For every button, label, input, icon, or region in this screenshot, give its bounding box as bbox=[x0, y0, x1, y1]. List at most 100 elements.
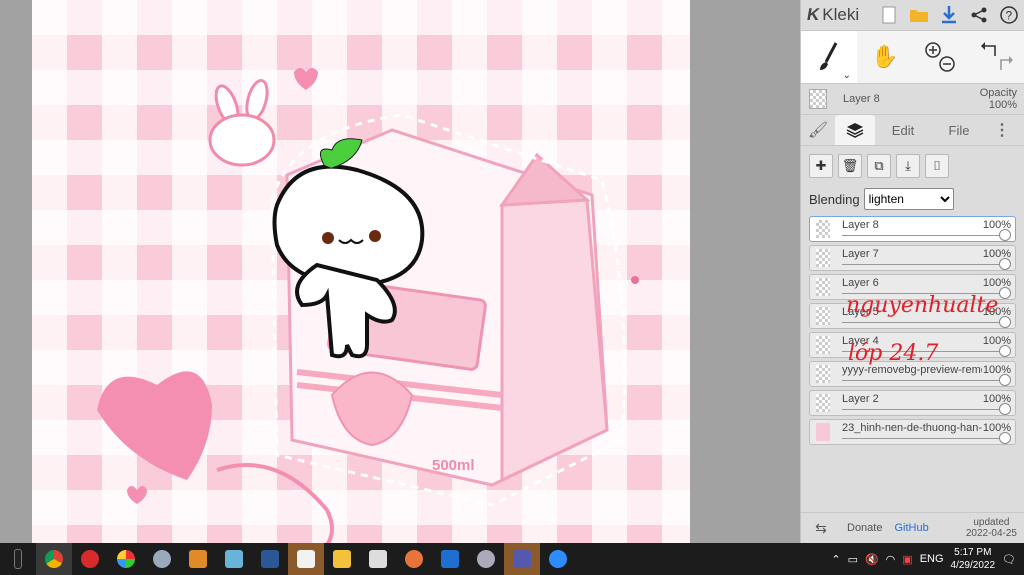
layer-opacity-handle[interactable] bbox=[999, 287, 1011, 299]
swap-sides-icon[interactable]: ⇆ bbox=[801, 520, 841, 537]
brush-tool-button[interactable]: ⌄ bbox=[801, 31, 857, 83]
taskbar-document-icon[interactable] bbox=[360, 543, 396, 575]
undo-icon[interactable] bbox=[981, 42, 996, 56]
taskbar-mail-icon[interactable] bbox=[432, 543, 468, 575]
layer-opacity-handle[interactable] bbox=[999, 258, 1011, 270]
layer-opacity-handle[interactable] bbox=[999, 345, 1011, 357]
layer-opacity-slider[interactable] bbox=[842, 409, 1005, 410]
tab-layers[interactable] bbox=[835, 115, 875, 145]
system-tray: ⌃ ▭ 🔇 ◠ ▣ ENG 5:17 PM 4/29/2022 🗨 bbox=[831, 546, 1024, 572]
redo-icon[interactable] bbox=[1000, 56, 1013, 70]
volume-muted-icon[interactable]: 🔇 bbox=[865, 553, 879, 566]
brush-caret-icon[interactable]: ⌄ bbox=[843, 70, 851, 81]
taskbar-teams-icon[interactable] bbox=[504, 543, 540, 575]
duplicate-layer-button[interactable]: ⧉ bbox=[867, 154, 891, 178]
clock-time: 5:17 PM bbox=[954, 547, 992, 558]
taskbar-colorful-app-icon[interactable] bbox=[108, 543, 144, 575]
download-icon[interactable] bbox=[939, 5, 959, 25]
taskbar-file-explorer-icon[interactable] bbox=[324, 543, 360, 575]
taskbar-calculator-icon[interactable] bbox=[180, 543, 216, 575]
right-panel: K Kleki ? ⌄ ✋ Layer 8 Opacity 100% 🖌 Edi… bbox=[800, 0, 1024, 543]
taskbar-photo-icon[interactable] bbox=[396, 543, 432, 575]
layer-opacity-handle[interactable] bbox=[999, 432, 1011, 444]
wifi-icon[interactable]: ◠ bbox=[886, 553, 896, 566]
app-name: Kleki bbox=[822, 5, 860, 24]
share-icon[interactable] bbox=[969, 5, 989, 25]
taskbar-notepad-icon[interactable] bbox=[216, 543, 252, 575]
tab-file[interactable]: File bbox=[931, 115, 987, 145]
help-icon[interactable]: ? bbox=[999, 5, 1019, 25]
show-hidden-start-icon[interactable] bbox=[0, 543, 36, 575]
layer-opacity-slider[interactable] bbox=[842, 264, 1005, 265]
updated-label: updated bbox=[973, 517, 1010, 528]
more-options-icon[interactable]: ⋮ bbox=[987, 115, 1017, 145]
tray-app-icon[interactable]: ▣ bbox=[902, 553, 912, 566]
taskbar-paint-icon[interactable] bbox=[144, 543, 180, 575]
layer-opacity-slider[interactable] bbox=[842, 438, 1005, 439]
donate-link[interactable]: Donate bbox=[841, 522, 888, 534]
hand-tool-button[interactable]: ✋ bbox=[857, 31, 913, 83]
layer-row[interactable]: Layer 8 100% bbox=[809, 216, 1016, 242]
opacity-label: Opacity bbox=[979, 87, 1017, 99]
github-link[interactable]: GitHub bbox=[888, 522, 934, 534]
canvas-artwork: 500ml bbox=[97, 68, 639, 543]
layer-thumbnail bbox=[816, 394, 830, 412]
layer-opacity-slider[interactable] bbox=[842, 235, 1005, 236]
layer-row[interactable]: Layer 5 100% bbox=[809, 303, 1016, 329]
layer-row[interactable]: Layer 2 100% bbox=[809, 390, 1016, 416]
zoom-in-icon[interactable] bbox=[925, 42, 941, 58]
notification-icon[interactable]: 🗨 bbox=[1002, 553, 1016, 566]
blending-select[interactable]: lighten bbox=[863, 188, 954, 210]
plus-icon: ✚ bbox=[815, 158, 827, 173]
new-file-icon[interactable] bbox=[879, 5, 899, 25]
blending-row: Blending lighten bbox=[801, 186, 1024, 212]
taskbar-snipping-icon[interactable] bbox=[468, 543, 504, 575]
layer-row[interactable]: yyyy-removebg-preview-remo 100% bbox=[809, 361, 1016, 387]
battery-icon[interactable]: ▭ bbox=[848, 553, 858, 566]
tool-row: ⌄ ✋ bbox=[801, 30, 1024, 84]
layer-row[interactable]: 23_hinh-nen-de-thuong-han-c 100% bbox=[809, 419, 1016, 445]
tab-edit[interactable]: Edit bbox=[875, 115, 931, 145]
canvas-workspace[interactable]: 500ml bbox=[0, 0, 800, 543]
taskbar-zoom-icon[interactable] bbox=[540, 543, 576, 575]
taskbar-word-icon[interactable] bbox=[252, 543, 288, 575]
drawing-canvas[interactable]: 500ml bbox=[32, 0, 690, 543]
open-folder-icon[interactable] bbox=[909, 5, 929, 25]
layer-opacity-handle[interactable] bbox=[999, 374, 1011, 386]
taskbar-clock[interactable]: 5:17 PM 4/29/2022 bbox=[951, 546, 996, 572]
tray-chevron-up-icon[interactable]: ⌃ bbox=[831, 553, 840, 566]
layer-opacity-slider[interactable] bbox=[842, 380, 1005, 381]
layer-opacity-handle[interactable] bbox=[999, 403, 1011, 415]
layer-row[interactable]: Layer 4 100% bbox=[809, 332, 1016, 358]
taskbar-chrome-icon[interactable] bbox=[36, 543, 72, 575]
tab-brush[interactable]: 🖌 bbox=[801, 115, 835, 145]
zoom-out-icon[interactable] bbox=[939, 56, 955, 72]
layer-opacity-slider[interactable] bbox=[842, 322, 1005, 323]
taskbar-app-red-icon[interactable] bbox=[72, 543, 108, 575]
layer-name: Layer 5 bbox=[842, 306, 879, 318]
current-layer-info: Layer 8 Opacity 100% bbox=[801, 84, 1024, 115]
hand-icon: ✋ bbox=[871, 44, 899, 69]
layers-icon bbox=[846, 123, 864, 138]
layer-row[interactable]: Layer 6 100% bbox=[809, 274, 1016, 300]
layer-opacity-slider[interactable] bbox=[842, 351, 1005, 352]
clock-date: 4/29/2022 bbox=[950, 560, 996, 571]
svg-text:?: ? bbox=[1006, 9, 1013, 23]
layer-thumbnail bbox=[816, 365, 830, 383]
layer-thumbnail bbox=[816, 220, 830, 238]
layer-thumbnail bbox=[816, 336, 830, 354]
tray-language[interactable]: ENG bbox=[920, 553, 944, 565]
trash-icon: 🗑 bbox=[841, 158, 859, 173]
layer-row[interactable]: Layer 7 100% bbox=[809, 245, 1016, 271]
duplicate-icon: ⧉ bbox=[874, 158, 884, 173]
merge-layer-button[interactable]: ⤓ bbox=[896, 154, 920, 178]
rename-layer-button[interactable]: ⌷ bbox=[925, 154, 949, 178]
layer-opacity-handle[interactable] bbox=[999, 229, 1011, 241]
brush-tab-icon: 🖌 bbox=[807, 122, 829, 139]
delete-layer-button[interactable]: 🗑 bbox=[838, 154, 862, 178]
layer-name: yyyy-removebg-preview-remo bbox=[842, 364, 982, 376]
layer-opacity-slider[interactable] bbox=[842, 293, 1005, 294]
add-layer-button[interactable]: ✚ bbox=[809, 154, 833, 178]
layer-opacity-handle[interactable] bbox=[999, 316, 1011, 328]
taskbar-highlighted-app-icon[interactable] bbox=[288, 543, 324, 575]
